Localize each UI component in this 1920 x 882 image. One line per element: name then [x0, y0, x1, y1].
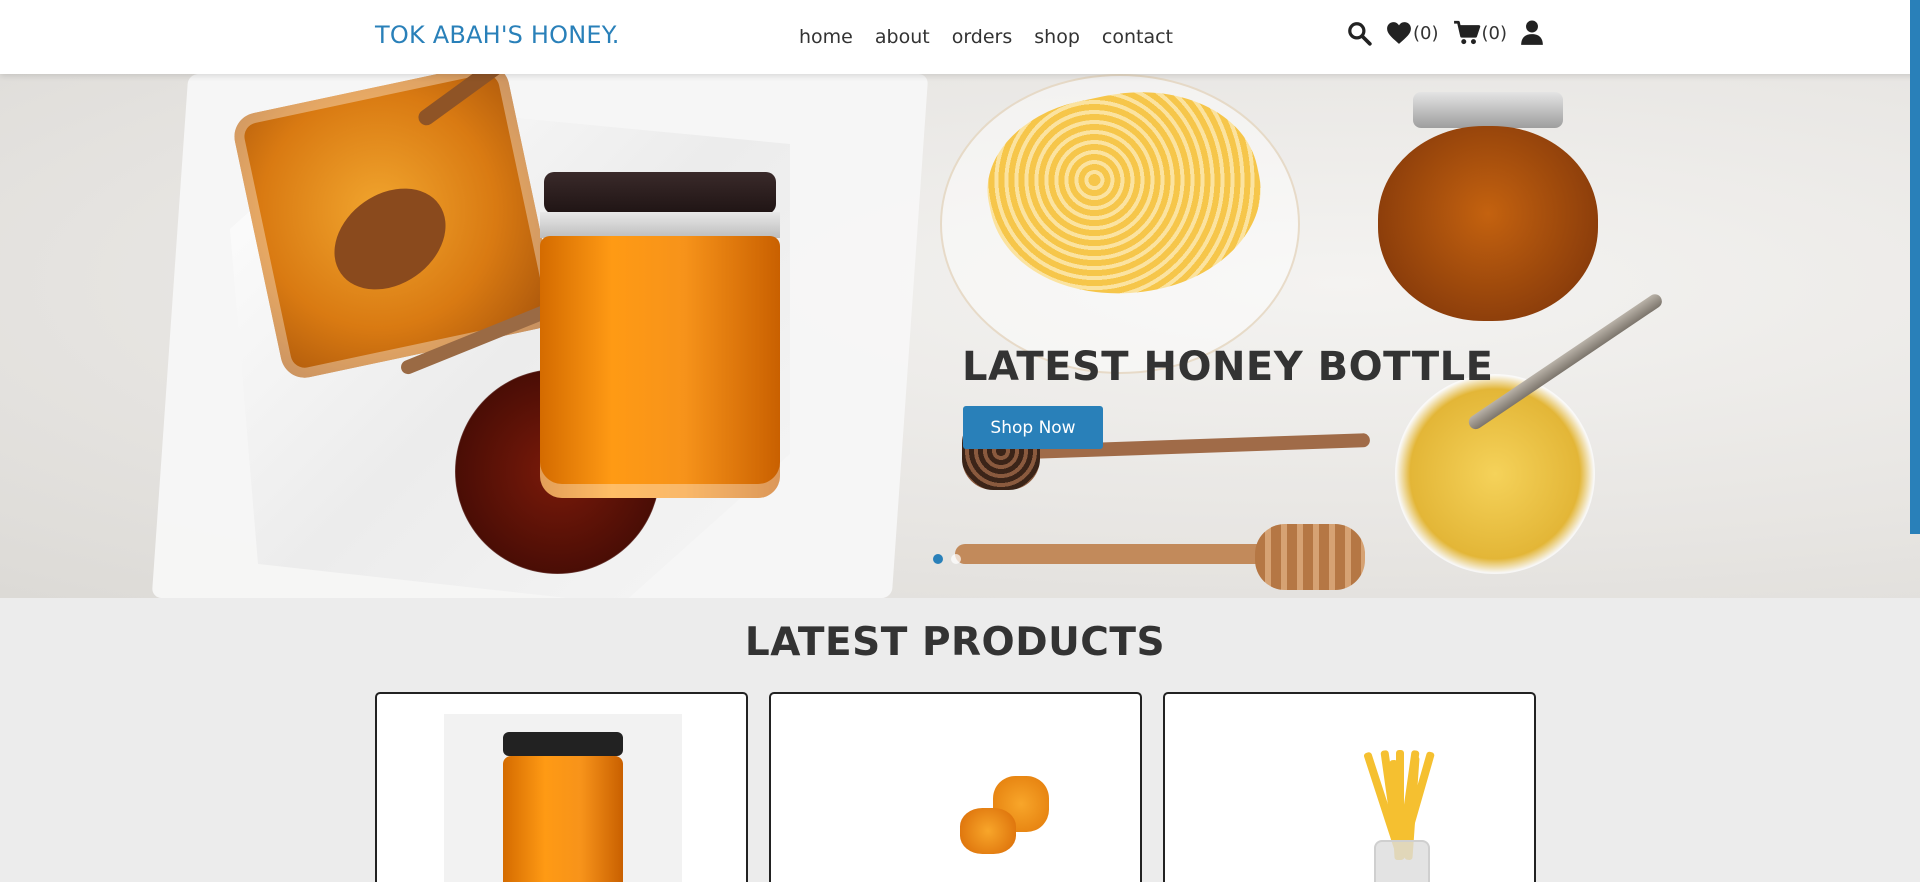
site-header: TOK ABAH'S HONEY. home about orders shop…: [0, 0, 1920, 74]
search-button[interactable]: [1346, 20, 1372, 46]
nav-home[interactable]: home: [799, 26, 853, 48]
main-nav: home about orders shop contact: [799, 26, 1173, 48]
latest-products-title: LATEST PRODUCTS: [744, 620, 1166, 665]
header-icons: (0) (0): [1346, 20, 1543, 46]
product-card[interactable]: [1163, 692, 1536, 882]
site-logo[interactable]: TOK ABAH'S HONEY.: [375, 21, 620, 49]
nav-contact[interactable]: contact: [1102, 26, 1173, 48]
wishlist-count: (0): [1413, 22, 1439, 44]
heart-icon: [1387, 22, 1411, 44]
hero-title: LATEST HONEY BOTTLE: [962, 344, 1494, 390]
product-card[interactable]: [375, 692, 748, 882]
honey-sticks-image[interactable]: [1232, 714, 1470, 882]
nav-about[interactable]: about: [875, 26, 930, 48]
product-cards: [375, 692, 1536, 882]
honey-candy-image[interactable]: [838, 714, 1076, 882]
shop-now-button[interactable]: Shop Now: [963, 406, 1103, 449]
account-button[interactable]: [1521, 20, 1543, 46]
scrollbar[interactable]: [1910, 0, 1920, 534]
hero-slider: LATEST HONEY BOTTLE Shop Now: [0, 74, 1920, 598]
honey-dipper-head: [1255, 524, 1365, 590]
hero-honey-jar: [540, 172, 780, 502]
honey-jar-image[interactable]: [444, 714, 682, 882]
round-honey-jar: [1378, 92, 1598, 321]
wishlist-button[interactable]: (0): [1386, 21, 1439, 45]
cart-icon: [1453, 20, 1480, 45]
slider-dot-1[interactable]: [933, 554, 943, 564]
user-icon: [1521, 20, 1543, 45]
slider-dots: [933, 554, 961, 564]
search-icon: [1348, 22, 1372, 46]
cart-count: (0): [1481, 22, 1508, 44]
cart-button[interactable]: (0): [1453, 20, 1508, 46]
nav-orders[interactable]: orders: [952, 26, 1013, 48]
slider-dot-2[interactable]: [951, 554, 961, 564]
nav-shop[interactable]: shop: [1034, 26, 1080, 48]
product-card[interactable]: [769, 692, 1142, 882]
